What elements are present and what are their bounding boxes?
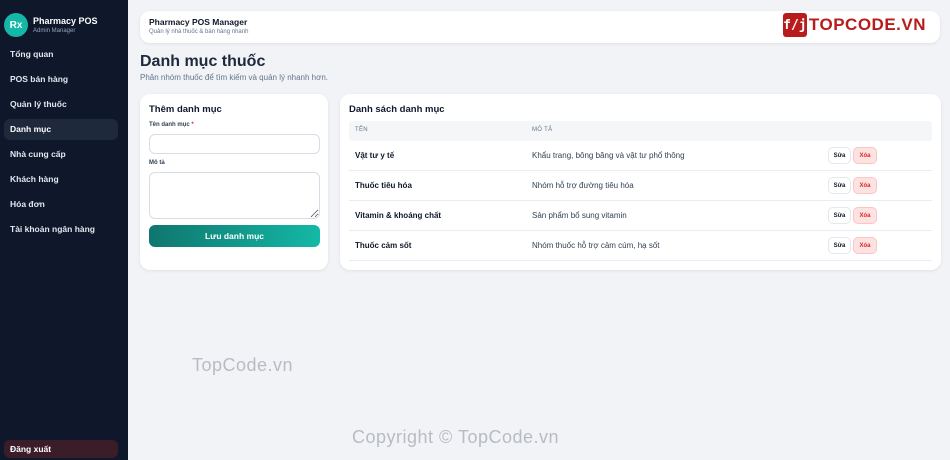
page-subtitle: Phân nhóm thuốc để tìm kiếm và quản lý n… [140,73,329,82]
logout-button[interactable]: Đăng xuất [4,440,118,458]
sidebar-item-invoices[interactable]: Hóa đơn [4,194,118,215]
category-name-input[interactable] [149,134,320,154]
topcode-logo: f/j TOPCODE.VN [782,12,926,38]
column-header-description: MÔ TẢ [532,127,553,133]
sidebar-item-suppliers[interactable]: Nhà cung cấp [4,144,118,165]
page-title: Danh mục thuốc [140,53,266,70]
sidebar-item-customers[interactable]: Khách hàng [4,169,118,190]
description-textarea[interactable] [149,172,320,219]
header-title: Pharmacy POS Manager [149,17,248,27]
sidebar-item-categories[interactable]: Danh mục [4,119,118,140]
topcode-icon: f/j [782,13,807,37]
header-subtitle: Quản lý nhà thuốc & bán hàng nhanh [149,29,249,35]
row-description: Sản phẩm bổ sung vitamin [532,211,627,220]
table-row: Thuốc tiêu hóa Nhóm hỗ trợ đường tiêu hó… [349,171,932,201]
sidebar-item-medicines[interactable]: Quản lý thuốc [4,94,118,115]
sidebar-item-pos[interactable]: POS bán hàng [4,69,118,90]
row-description: Nhóm thuốc hỗ trợ cảm cúm, hạ sốt [532,241,660,250]
edit-button[interactable]: Sửa [828,177,851,194]
edit-button[interactable]: Sửa [828,207,851,224]
category-list-card: Danh sách danh mục TÊN MÔ TẢ Vật tư y tế… [340,94,941,270]
app-name: Pharmacy POS [33,15,98,26]
row-name: Thuốc tiêu hóa [355,181,412,190]
edit-button[interactable]: Sửa [828,237,851,254]
row-description: Khẩu trang, bông băng và vật tư phổ thôn… [532,151,685,160]
watermark-bottom: Copyright © TopCode.vn [352,427,560,447]
delete-button[interactable]: Xóa [853,207,877,224]
app-role: Admin Manager [33,27,76,34]
table-row: Vitamin & khoáng chất Sản phẩm bổ sung v… [349,201,932,231]
edit-button[interactable]: Sửa [828,147,851,164]
app-logo: Rx [4,13,28,37]
description-label: Mô tả [149,160,165,166]
watermark-top: TopCode.vn [192,355,294,375]
table-header: TÊN MÔ TẢ [349,121,932,141]
brand: Rx Pharmacy POS Admin Manager [0,0,128,42]
top-header: Pharmacy POS Manager Quản lý nhà thuốc &… [140,11,940,43]
column-header-name: TÊN [355,127,368,133]
required-mark: * [191,122,194,128]
list-title: Danh sách danh mục [349,104,445,115]
form-title: Thêm danh mục [149,104,222,115]
sidebar-nav: Tổng quan POS bán hàng Quản lý thuốc Dan… [0,44,128,240]
sidebar-item-bank-accounts[interactable]: Tài khoản ngân hàng [4,219,118,240]
save-category-button[interactable]: Lưu danh mục [149,225,320,247]
sidebar-item-overview[interactable]: Tổng quan [4,44,118,65]
delete-button[interactable]: Xóa [853,147,877,164]
topcode-text: TOPCODE.VN [808,15,926,34]
row-description: Nhóm hỗ trợ đường tiêu hóa [532,181,634,190]
delete-button[interactable]: Xóa [853,237,877,254]
row-name: Thuốc cảm sốt [355,241,412,250]
delete-button[interactable]: Xóa [853,177,877,194]
add-category-card: Thêm danh mục Tên danh mục * Mô tả Lưu d… [140,94,328,270]
sidebar: Rx Pharmacy POS Admin Manager Tổng quan … [0,0,128,460]
table-row: Thuốc cảm sốt Nhóm thuốc hỗ trợ cảm cúm,… [349,231,932,261]
category-name-label-text: Tên danh mục [149,122,190,128]
row-name: Vitamin & khoáng chất [355,211,442,220]
table-row: Vật tư y tế Khẩu trang, bông băng và vật… [349,141,932,171]
row-name: Vật tư y tế [355,151,395,160]
category-name-label: Tên danh mục * [149,122,194,128]
